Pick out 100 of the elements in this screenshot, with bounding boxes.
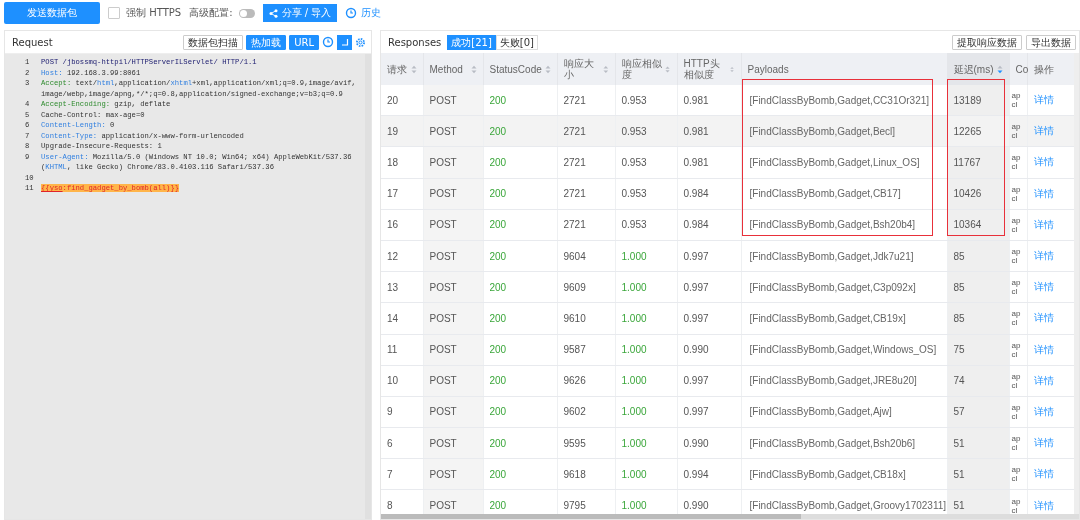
table-cell: [FindClassByBomb,Gadget,Bsh20b6] xyxy=(741,427,947,459)
table-cell: 2721 xyxy=(557,85,615,116)
table-cell: 0.997 xyxy=(677,365,741,397)
table-cell: 200 xyxy=(483,115,557,147)
table-cell: 0.990 xyxy=(677,427,741,459)
table-cell: 9609 xyxy=(557,271,615,303)
toolbar-button[interactable]: 数据包扫描 xyxy=(183,34,244,50)
table-cell: POST xyxy=(423,115,483,147)
table-cell: [FindClassByBomb,Gadget,Windows_OS] xyxy=(741,334,947,366)
clock-icon[interactable] xyxy=(322,36,334,48)
toolbar-button[interactable]: 提取响应数据 xyxy=(952,34,1022,50)
table-cell: 200 xyxy=(483,365,557,397)
return-icon xyxy=(340,37,349,47)
table-cell: POST xyxy=(423,334,483,366)
code-editor[interactable] xyxy=(5,54,371,519)
table-cell: 2721 xyxy=(557,178,615,210)
details-link[interactable]: 详情 xyxy=(1033,218,1054,230)
table-cell: 200 xyxy=(483,458,557,490)
table-cell-text: cl xyxy=(1011,256,1019,266)
details-link[interactable]: 详情 xyxy=(1033,312,1054,324)
details-link[interactable]: 详情 xyxy=(1033,343,1054,355)
table-cell: 10 xyxy=(381,365,423,397)
table-cell: POST xyxy=(423,240,483,272)
details-link[interactable]: 详情 xyxy=(1033,125,1054,137)
table-cell: 13 xyxy=(381,271,423,303)
details-link[interactable]: 详情 xyxy=(1033,281,1054,293)
tab[interactable]: 失败[0] xyxy=(495,34,538,50)
details-link[interactable]: 详情 xyxy=(1033,405,1054,417)
details-link[interactable]: 详情 xyxy=(1033,437,1054,449)
table-cell: 1.000 xyxy=(615,271,677,303)
table-cell-text: cl xyxy=(1011,131,1019,141)
panel-title: Request xyxy=(12,36,53,48)
table-cell: 7 xyxy=(381,458,423,490)
table-cell: 0.953 xyxy=(615,146,677,179)
table-cell: 51 xyxy=(947,427,1009,459)
details-link[interactable]: 详情 xyxy=(1033,499,1054,511)
table-cell: 85 xyxy=(947,240,1009,272)
table-cell-text: cl xyxy=(1011,349,1018,359)
table-cell: 11767 xyxy=(947,146,1009,179)
column-header[interactable]: 延迟(ms) xyxy=(947,53,1009,85)
details-link[interactable]: 详情 xyxy=(1033,187,1054,199)
table-cell-text: ap xyxy=(1011,434,1022,444)
table-cell: 200 xyxy=(483,396,557,428)
column-header[interactable]: Method xyxy=(423,53,483,85)
column-header[interactable]: 请求 xyxy=(381,53,423,85)
column-header[interactable]: 响应相似度 xyxy=(615,53,677,85)
table-cell: POST xyxy=(423,427,483,459)
table-cell: 11 xyxy=(381,334,423,366)
table-cell: 2721 xyxy=(557,115,615,147)
toggle-switch[interactable] xyxy=(238,8,255,18)
table-cell-text: ap xyxy=(1011,247,1022,257)
table-cell-text: ap xyxy=(1011,153,1022,163)
table-cell-text: cl xyxy=(1011,100,1019,110)
details-link[interactable]: 详情 xyxy=(1033,374,1054,386)
table-cell: [FindClassByBomb,Gadget,C3p092x] xyxy=(741,271,947,303)
details-link[interactable]: 详情 xyxy=(1033,468,1054,480)
history-link[interactable]: 历史 xyxy=(345,6,382,20)
details-link[interactable]: 详情 xyxy=(1033,250,1054,262)
details-link[interactable]: 详情 xyxy=(1033,94,1054,106)
table-cell: [FindClassByBomb,Gadget,Jdk7u21] xyxy=(741,240,947,272)
table-cell: 200 xyxy=(483,302,557,334)
table-cell: 0.997 xyxy=(677,271,741,303)
table-cell: 13189 xyxy=(947,85,1009,116)
checkbox[interactable] xyxy=(108,7,120,19)
table-cell: 200 xyxy=(483,271,557,303)
share-button[interactable]: 分享 / 导入 xyxy=(262,4,338,22)
table-cell-text: cl xyxy=(1011,474,1019,484)
table-cell: POST xyxy=(423,302,483,334)
toolbar-button[interactable]: 导出数据 xyxy=(1026,34,1076,50)
table-cell: 9587 xyxy=(557,334,615,366)
table-cell: POST xyxy=(423,458,483,490)
table-cell: 200 xyxy=(483,146,557,179)
table-cell: 2721 xyxy=(557,146,615,179)
table-cell: 9595 xyxy=(557,427,615,459)
table-cell: 12265 xyxy=(947,115,1009,147)
settings-icon[interactable] xyxy=(355,36,366,48)
send-button[interactable]: 发送数据包 xyxy=(4,2,100,24)
table-cell: 0.997 xyxy=(677,240,741,272)
clock-icon xyxy=(345,7,358,19)
table-cell: [FindClassByBomb,Gadget,Linux_OS] xyxy=(741,146,947,179)
table-cell: 0.997 xyxy=(677,302,741,334)
column-header[interactable]: 响应大小 xyxy=(557,53,615,85)
panel-title: Responses xyxy=(388,36,442,48)
table-cell: 9602 xyxy=(557,396,615,428)
details-link[interactable]: 详情 xyxy=(1033,156,1054,168)
table-cell-text: cl xyxy=(1011,287,1019,297)
wrap-button[interactable] xyxy=(337,34,352,50)
table-cell: 85 xyxy=(947,271,1009,303)
table-cell: 19 xyxy=(381,115,423,147)
table-cell: [FindClassByBomb,Gadget,Bsh20b4] xyxy=(741,209,947,241)
column-header[interactable]: StatusCode xyxy=(483,53,557,85)
table-cell: 1.000 xyxy=(615,240,677,272)
table-cell: 20 xyxy=(381,85,423,116)
toolbar-button[interactable]: 热加载 xyxy=(246,34,287,50)
table-cell: [FindClassByBomb,Gadget,Ajw] xyxy=(741,396,947,428)
table-cell-text: ap xyxy=(1011,91,1022,101)
column-header[interactable]: HTTP头相似度 xyxy=(677,53,741,85)
table-cell: 6 xyxy=(381,427,423,459)
tab[interactable]: 成功[21] xyxy=(447,34,496,50)
toolbar-button[interactable]: URL xyxy=(289,34,319,50)
